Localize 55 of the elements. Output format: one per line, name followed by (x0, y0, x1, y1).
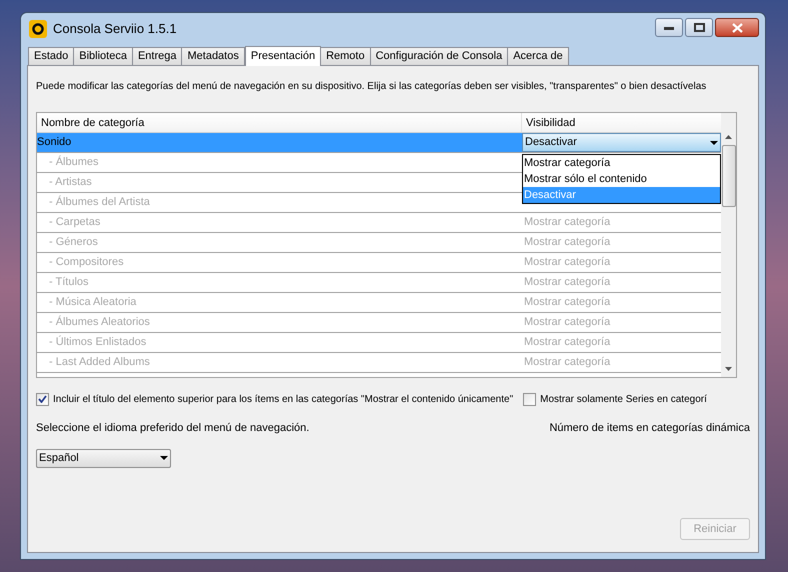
scroll-up-icon (725, 135, 732, 139)
maximize-button[interactable] (685, 18, 713, 37)
tab[interactable]: Biblioteca (73, 47, 133, 65)
tab[interactable]: Entrega (132, 47, 182, 65)
minimize-icon (664, 26, 674, 30)
language-select[interactable]: Español (36, 448, 171, 468)
table-cell-text: - Géneros (48, 235, 99, 250)
checkbox-label: Incluir el título del elemento superior para los ítems en las categorías "Mostrar el contenido únicamente" (53, 392, 514, 406)
table-cell-text: - Artistas (48, 175, 93, 190)
table-cell-text: Mostrar categoría (523, 215, 612, 230)
scroll-down-icon (725, 367, 732, 371)
tab[interactable]: Configuración de Consola (370, 47, 508, 65)
table-cell-text: Mostrar categoría (523, 235, 612, 250)
tab[interactable]: Acerca de (507, 47, 569, 65)
table-cell-text: - Álbumes (48, 154, 100, 170)
table-cell-text: Mostrar categoría (523, 295, 612, 310)
description-text: Puede modificar las categorías del menú de navegación en su dispositivo. Elija si las categorías deben ser visibles, "transparentes" o bien desactívelas (36, 80, 706, 94)
table-cell-text: Mostrar categoría (523, 355, 612, 370)
table-cell-text: Mostrar categoría (523, 315, 612, 330)
checkmark-icon (38, 395, 47, 403)
window-title: Consola Serviio 1.5.1 (53, 20, 177, 38)
table-cell-text: - Álbumes Aleatorios (48, 314, 151, 330)
table-cell-text: - Últimos Enlistados (48, 334, 148, 350)
visibility-select[interactable]: Desactivar (522, 133, 721, 152)
table-cell-text: Mostrar categoría (523, 275, 612, 290)
caret-icon (710, 140, 718, 144)
tab[interactable]: Estado (28, 47, 74, 65)
table-cell-text: - Álbumes del Artista (48, 194, 151, 210)
table-cell-text: - Last Added Albums (48, 355, 151, 370)
checkbox-label: Mostrar solamente Series en categorí (540, 392, 707, 406)
scrollbar-thumb[interactable] (722, 145, 736, 207)
checkbox[interactable] (36, 392, 49, 406)
checkbox[interactable] (523, 392, 536, 406)
column-header[interactable]: Nombre de categoría (37, 113, 522, 132)
scrollbar[interactable] (721, 113, 736, 377)
table-row[interactable]: Sonido Desactivar (37, 133, 721, 153)
tab[interactable]: Presentación (244, 46, 322, 66)
column-header[interactable]: Visibilidad (522, 113, 721, 132)
tab[interactable]: Metadatos (181, 47, 245, 65)
app-logo-icon (29, 20, 47, 38)
table-cell-text: - Música Aleatoria (48, 295, 138, 310)
table-cell-text: - Compositores (48, 255, 125, 270)
table-cell-text: Mostrar categoría (523, 335, 612, 350)
close-button[interactable] (715, 18, 759, 37)
maximize-icon (694, 23, 704, 32)
table-cell-text: - Títulos (48, 275, 90, 290)
dynamic-items-label: Número de items en categorías dinámica (549, 421, 750, 436)
close-icon (732, 22, 742, 32)
table-cell-text: - Carpetas (48, 215, 102, 230)
table-cell-text: Mostrar categoría (523, 255, 612, 270)
language-label: Seleccione el idioma preferido del menú de navegación. (36, 421, 310, 436)
tab[interactable]: Remoto (320, 47, 371, 65)
table-cell-text: Sonido (37, 135, 72, 150)
minimize-button[interactable] (655, 18, 683, 37)
caret-icon (160, 456, 168, 460)
